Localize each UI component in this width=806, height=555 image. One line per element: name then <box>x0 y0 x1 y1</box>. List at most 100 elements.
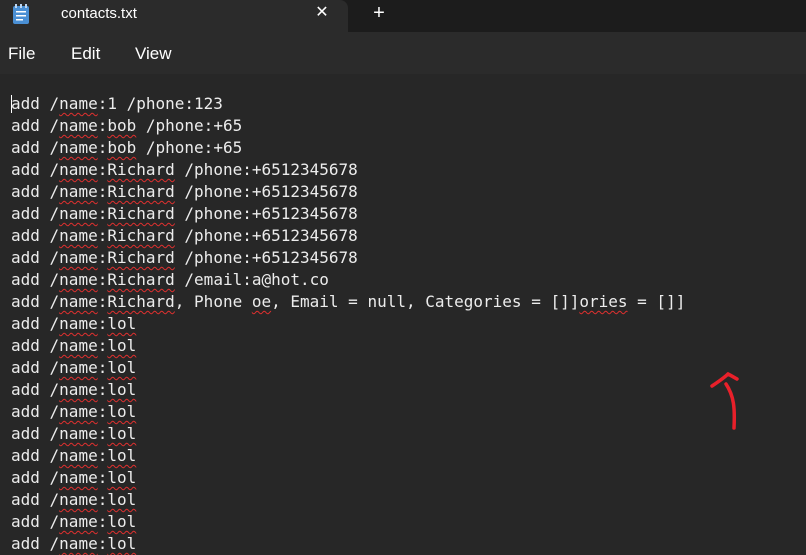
text-line[interactable]: add /name:Richard /phone:+6512345678 <box>11 203 358 225</box>
line-text: : <box>97 270 108 289</box>
line-slash: / <box>49 314 60 333</box>
line-prefix: name <box>59 292 98 311</box>
text-line[interactable]: add /name:lol <box>11 533 136 555</box>
line-prefix: name <box>59 446 98 465</box>
line-keyword: add <box>11 160 50 179</box>
line-text: : <box>97 534 108 553</box>
text-line[interactable]: add /name:Richard /phone:+6512345678 <box>11 247 358 269</box>
line-prefix: name <box>59 182 98 201</box>
line-keyword: add <box>11 380 50 399</box>
line-prefix: name <box>59 160 98 179</box>
line-slash: / <box>49 226 60 245</box>
line-prefix: name <box>59 138 98 157</box>
text-line[interactable]: add /name:Richard /phone:+6512345678 <box>11 159 358 181</box>
line-text: /phone:+65 <box>136 138 243 157</box>
line-value: lol <box>107 490 137 509</box>
line-text: /phone:+6512345678 <box>174 204 358 223</box>
text-line[interactable]: add /name:lol <box>11 379 136 401</box>
menu-file[interactable]: File <box>8 44 35 64</box>
line-slash: / <box>49 534 60 553</box>
line-slash: / <box>49 204 60 223</box>
text-line[interactable]: add /name:lol <box>11 445 136 467</box>
text-line[interactable]: add /name:lol <box>11 511 136 533</box>
line-prefix: name <box>59 490 98 509</box>
close-icon[interactable]: ✕ <box>312 3 332 23</box>
line-text: : <box>97 358 108 377</box>
line-text: : <box>97 314 108 333</box>
line-value: lol <box>107 534 137 553</box>
line-slash: / <box>49 512 60 531</box>
line-keyword: add <box>11 138 50 157</box>
text-line[interactable]: add /name:lol <box>11 313 136 335</box>
line-text: /phone:+6512345678 <box>174 248 358 267</box>
text-editor[interactable]: add /name:1 /phone:123 add /name:bob /pho… <box>0 74 806 553</box>
line-slash: / <box>49 380 60 399</box>
line-slash: / <box>49 248 60 267</box>
line-keyword: add <box>11 204 50 223</box>
line-value: bob <box>107 116 137 135</box>
line-keyword: add <box>11 226 50 245</box>
text-line[interactable]: add /name:lol <box>11 489 136 511</box>
text-line[interactable]: add /name:lol <box>11 423 136 445</box>
line-value: oe <box>251 292 272 311</box>
text-line[interactable]: add /name:Richard /phone:+6512345678 <box>11 225 358 247</box>
text-line[interactable]: add /name:lol <box>11 401 136 423</box>
text-line[interactable]: add /name:lol <box>11 335 136 357</box>
text-line[interactable]: add /name:lol <box>11 467 136 489</box>
text-line[interactable]: add /name:Richard, Phone oe, Email = nul… <box>11 291 685 313</box>
line-keyword: add <box>11 270 50 289</box>
line-slash: / <box>49 336 60 355</box>
line-prefix: name <box>59 534 98 553</box>
text-line[interactable]: add /name:lol <box>11 357 136 379</box>
line-text: /phone:+6512345678 <box>174 182 358 201</box>
line-slash: / <box>49 292 60 311</box>
line-text: : <box>97 160 108 179</box>
tab-title: contacts.txt <box>61 5 137 22</box>
line-text: , Email = null, Categories = []] <box>271 292 580 311</box>
line-value: lol <box>107 314 137 333</box>
line-text: : <box>97 116 108 135</box>
line-text: : <box>97 292 108 311</box>
line-prefix: name <box>59 512 98 531</box>
line-slash: / <box>49 468 60 487</box>
notepad-file-icon <box>13 4 29 24</box>
line-text: /phone:+6512345678 <box>174 160 358 179</box>
tab-contacts[interactable]: contacts.txt ✕ <box>0 0 348 32</box>
line-value: Richard <box>107 292 175 311</box>
line-value: Richard <box>107 182 175 201</box>
line-text: :1 /phone:123 <box>97 94 223 113</box>
text-line[interactable]: add /name:bob /phone:+65 <box>11 137 242 159</box>
line-keyword: add <box>11 116 50 135</box>
line-text: : <box>97 226 108 245</box>
line-text: : <box>97 182 108 201</box>
text-line[interactable]: add /name:1 /phone:123 <box>11 93 223 115</box>
line-value: lol <box>107 402 137 421</box>
plus-icon[interactable]: + <box>369 3 389 23</box>
text-line[interactable]: add /name:Richard /phone:+6512345678 <box>11 181 358 203</box>
line-prefix: name <box>59 336 98 355</box>
line-slash: / <box>49 182 60 201</box>
line-slash: / <box>49 424 60 443</box>
line-value: lol <box>107 424 137 443</box>
line-text: /phone:+65 <box>136 116 243 135</box>
line-slash: / <box>49 116 60 135</box>
line-value: lol <box>107 358 137 377</box>
line-text: = []] <box>627 292 686 311</box>
line-prefix: name <box>59 270 98 289</box>
menu-edit[interactable]: Edit <box>71 44 100 64</box>
menu-view[interactable]: View <box>135 44 172 64</box>
line-text: /email:a@hot.co <box>174 270 329 289</box>
line-keyword: add <box>11 358 50 377</box>
line-value: Richard <box>107 248 175 267</box>
line-slash: / <box>49 402 60 421</box>
menu-bar: File Edit View <box>0 32 806 74</box>
red-arrow-annotation <box>710 372 739 430</box>
line-keyword: add <box>11 182 50 201</box>
line-keyword: add <box>11 314 50 333</box>
text-line[interactable]: add /name:Richard /email:a@hot.co <box>11 269 329 291</box>
text-line[interactable]: add /name:bob /phone:+65 <box>11 115 242 137</box>
line-text: : <box>97 204 108 223</box>
line-keyword: add <box>11 490 50 509</box>
line-value: Richard <box>107 204 175 223</box>
line-slash: / <box>49 270 60 289</box>
